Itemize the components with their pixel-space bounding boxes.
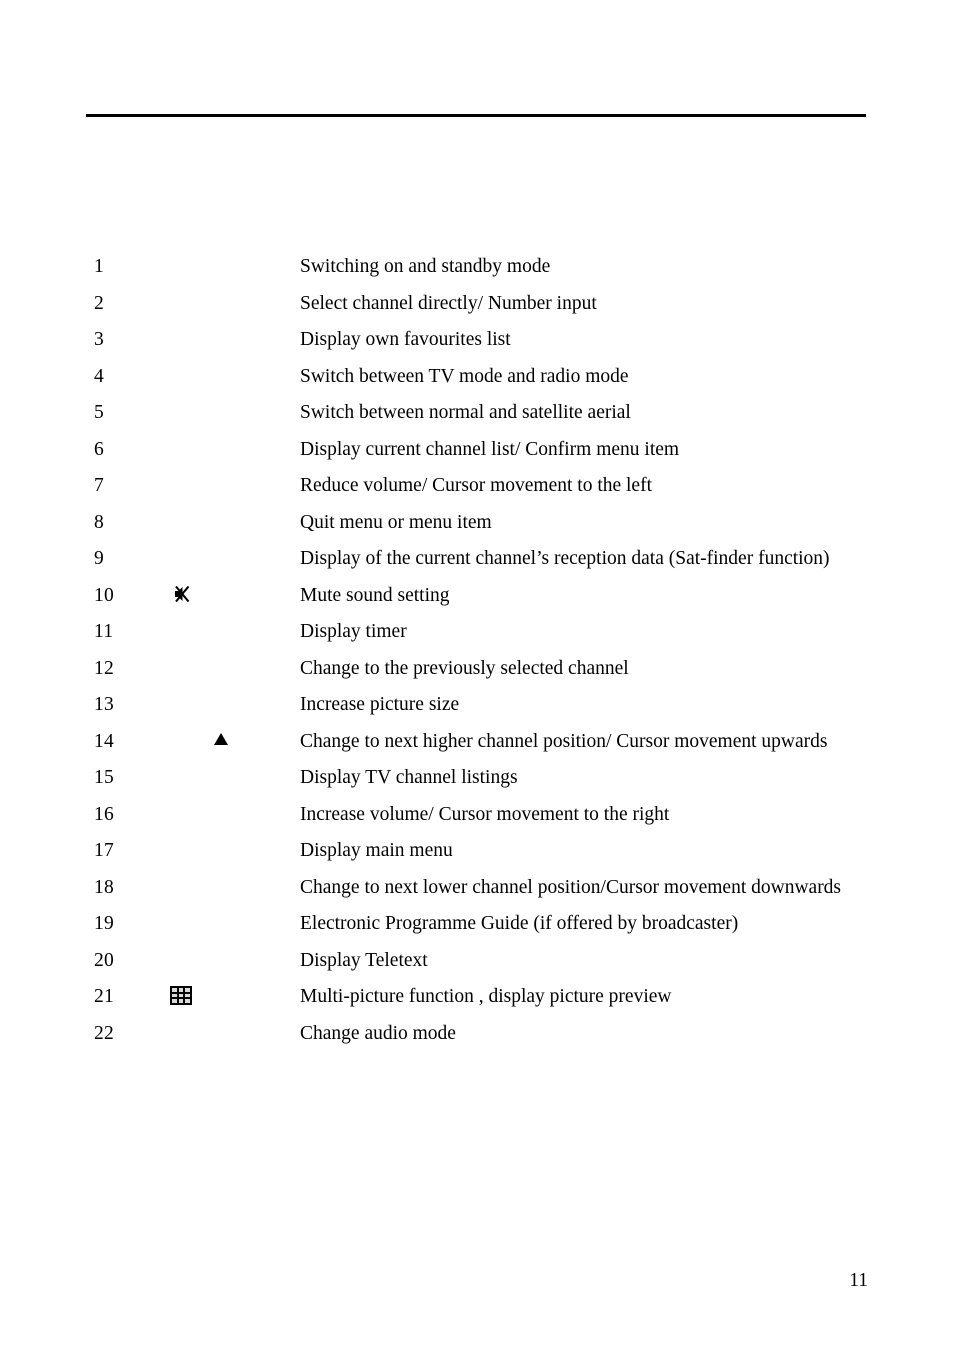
legend-row: 7 Reduce volume/ Cursor movement to the l… (0, 468, 954, 505)
legend-row-number: 4 (94, 365, 105, 387)
legend-row-number: 2 (94, 292, 105, 314)
legend-row: 22 Change audio mode (0, 1016, 954, 1053)
legend-row-number: 22 (94, 1022, 115, 1044)
legend-row-number: 17 (94, 840, 115, 861)
legend-row-number: 20 (94, 949, 115, 971)
legend-row-number: 19 (94, 913, 115, 934)
legend-row-number: 3 (94, 329, 105, 350)
legend-row-description: Select channel directly/ Number input (300, 292, 597, 314)
legend-row-number: 13 (94, 694, 115, 715)
legend-row: 21 Multi-picture function , display pictu… (0, 979, 954, 1016)
legend-row-number: 12 (94, 657, 115, 679)
legend-row-icon-slot (172, 578, 192, 615)
legend-row-description: Display TV channel listings (300, 767, 518, 788)
legend-row: 13 Increase picture size (0, 687, 954, 724)
legend-row-number: 15 (94, 767, 115, 788)
legend-row: 20 Display Teletext (0, 943, 954, 980)
legend-row-number: 5 (94, 402, 105, 423)
legend-row-number: 14 (94, 730, 115, 752)
legend-row-number: 11 (94, 621, 114, 642)
legend-row: 9 Display of the current channel’s recept… (0, 541, 954, 578)
remote-control-legend-table: 1 Switching on and standby mode 2 Select ch… (0, 249, 954, 1052)
legend-row-description: Multi-picture function , display picture… (300, 986, 672, 1007)
legend-row-description: Display timer (300, 621, 407, 642)
legend-row: 12 Change to the previously selected chan… (0, 651, 954, 688)
multi-picture-grid-icon (170, 986, 192, 1005)
legend-row-icon-slot (214, 724, 228, 761)
legend-row: 4 Switch between TV mode and radio mode (0, 359, 954, 396)
legend-row-number: 21 (94, 986, 115, 1007)
legend-row: 17 Display main menu (0, 833, 954, 870)
legend-row: 8 Quit menu or menu item (0, 505, 954, 542)
legend-row-description: Change to next lower channel position/Cu… (300, 876, 842, 898)
legend-row-number: 9 (94, 548, 105, 569)
legend-row-number: 1 (94, 256, 105, 277)
legend-row-description: Change audio mode (300, 1022, 456, 1044)
legend-row: 16 Increase volume/ Cursor movement to th… (0, 797, 954, 834)
legend-row: 18 Change to next lower channel position/… (0, 870, 954, 907)
legend-row: 5 Switch between normal and satellite aer… (0, 395, 954, 432)
legend-row: 14 Change to next higher channel position… (0, 724, 954, 761)
page-number: 11 (849, 1270, 868, 1291)
legend-row-description: Mute sound setting (300, 584, 450, 606)
legend-row-number: 16 (94, 803, 115, 825)
legend-row-description: Quit menu or menu item (300, 511, 492, 533)
legend-row-number: 10 (94, 584, 115, 606)
legend-row-description: Increase volume/ Cursor movement to the … (300, 803, 670, 825)
legend-row-icon-slot (170, 979, 192, 1016)
legend-row: 3 Display own favourites list (0, 322, 954, 359)
triangle-up-icon (214, 732, 228, 745)
legend-row: 1 Switching on and standby mode (0, 249, 954, 286)
legend-row: 11 Display timer (0, 614, 954, 651)
legend-row-description: Display own favourites list (300, 329, 511, 350)
legend-row-description: Display of the current channel’s recepti… (300, 548, 830, 569)
legend-row-description: Increase picture size (300, 694, 460, 715)
legend-row-description: Switch between normal and satellite aeri… (300, 402, 631, 423)
legend-row: 2 Select channel directly/ Number input (0, 286, 954, 323)
manual-page: 1 Switching on and standby mode 2 Select ch… (0, 0, 954, 1350)
legend-row-description: Switching on and standby mode (300, 256, 551, 277)
legend-row-description: Reduce volume/ Cursor movement to the le… (300, 475, 652, 496)
legend-row-description: Change to the previously selected channe… (300, 657, 629, 679)
legend-row: 15 Display TV channel listings (0, 760, 954, 797)
legend-row-description: Switch between TV mode and radio mode (300, 365, 629, 387)
legend-row-number: 8 (94, 511, 105, 533)
legend-row-description: Display Teletext (300, 949, 428, 971)
legend-row-number: 6 (94, 438, 105, 460)
legend-row: 19 Electronic Programme Guide (if offered… (0, 906, 954, 943)
legend-row-description: Change to next higher channel position/ … (300, 730, 828, 752)
legend-row-description: Display current channel list/ Confirm me… (300, 438, 680, 460)
legend-row-description: Electronic Programme Guide (if offered b… (300, 913, 739, 934)
legend-row-description: Display main menu (300, 840, 453, 861)
header-divider-rule (86, 114, 866, 117)
legend-row-number: 18 (94, 876, 115, 898)
legend-row: 10 Mute sound setting (0, 578, 954, 615)
legend-row: 6 Display current channel list/ Confirm m… (0, 432, 954, 469)
legend-row-number: 7 (94, 475, 105, 496)
mute-icon (172, 583, 192, 605)
